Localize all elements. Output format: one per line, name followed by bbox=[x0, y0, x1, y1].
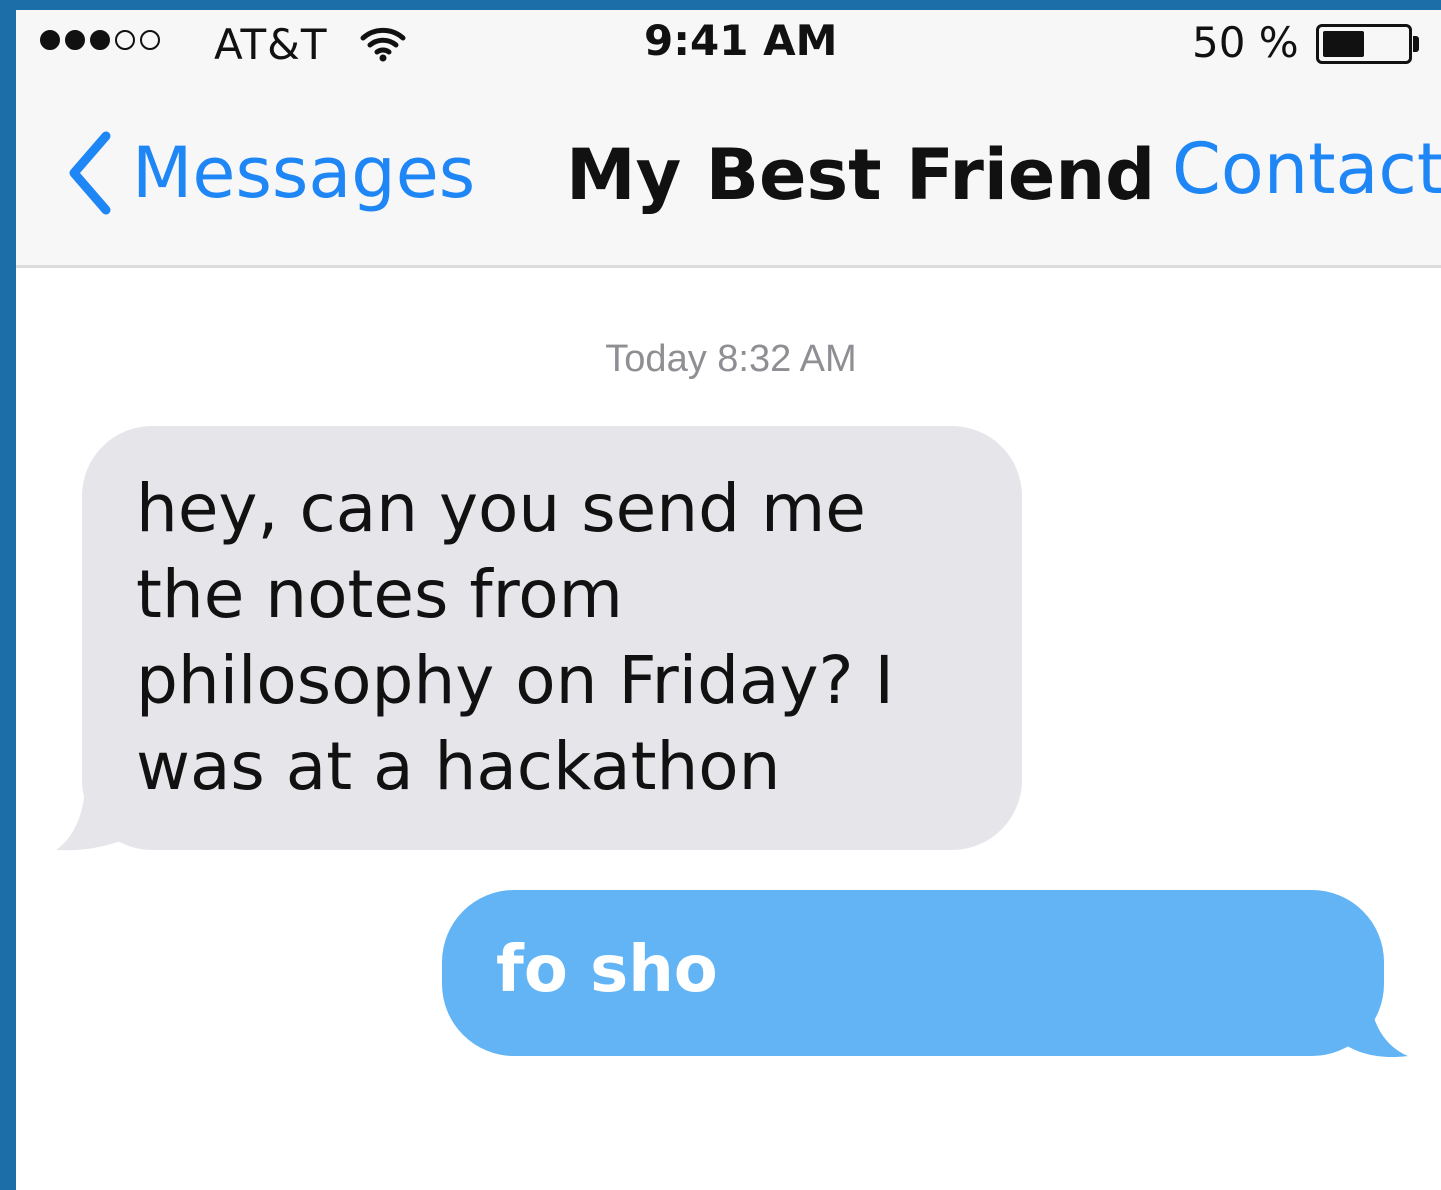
outgoing-message-bubble[interactable]: fo sho bbox=[442, 890, 1384, 1056]
contact-button[interactable]: Contact bbox=[1172, 128, 1441, 210]
wifi-icon bbox=[360, 27, 406, 62]
messages-screen: AT&T 9:41 AM 50 % Messages My Best Frien… bbox=[16, 10, 1441, 1190]
battery-icon bbox=[1316, 24, 1412, 64]
signal-dot-full bbox=[90, 30, 110, 50]
signal-dot-empty bbox=[115, 30, 135, 50]
back-button[interactable]: Messages bbox=[62, 128, 475, 218]
message-timestamp: Today 8:32 AM bbox=[605, 338, 857, 380]
signal-strength-icon bbox=[40, 30, 165, 50]
signal-dot-full bbox=[65, 30, 85, 50]
back-label: Messages bbox=[132, 132, 476, 214]
signal-dot-full bbox=[40, 30, 60, 50]
outgoing-message-text: fo sho bbox=[496, 933, 718, 1007]
status-time: 9:41 AM bbox=[644, 16, 838, 65]
battery-nub bbox=[1413, 36, 1419, 52]
carrier-label: AT&T bbox=[214, 20, 328, 69]
incoming-message-text: hey, can you send me the notes from phil… bbox=[136, 470, 895, 805]
incoming-message-bubble[interactable]: hey, can you send me the notes from phil… bbox=[82, 426, 1022, 850]
status-bar: AT&T 9:41 AM 50 % bbox=[16, 10, 1441, 72]
battery-level bbox=[1323, 31, 1364, 57]
conversation-title: My Best Friend bbox=[566, 134, 1156, 216]
navigation-bar: Messages My Best Friend Contact bbox=[16, 72, 1441, 268]
chevron-left-icon bbox=[69, 131, 111, 215]
signal-dot-empty bbox=[140, 30, 160, 50]
battery-percent: 50 % bbox=[1192, 18, 1299, 67]
